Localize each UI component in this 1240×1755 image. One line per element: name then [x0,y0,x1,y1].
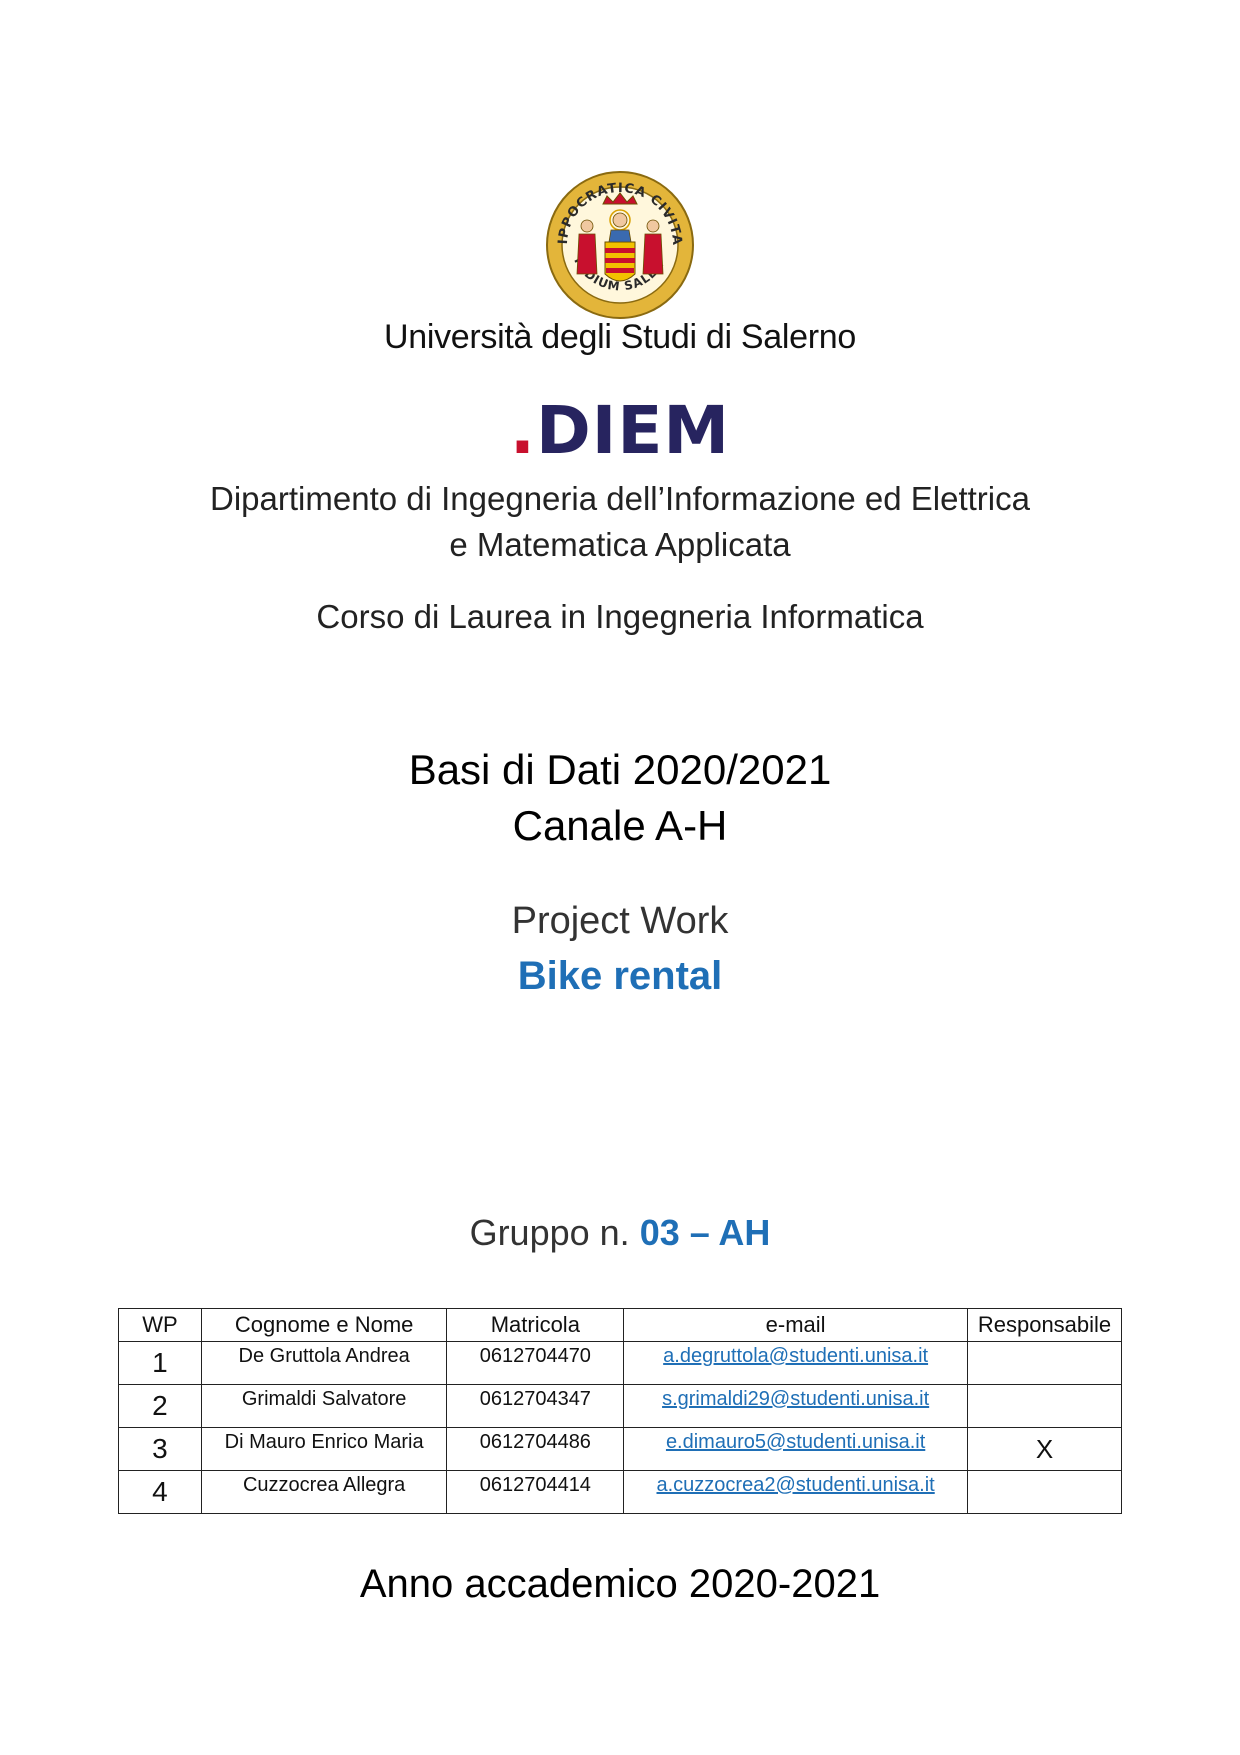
cell-responsabile: X [967,1427,1122,1471]
group-number: 03 – AH [639,1212,771,1253]
cell-responsabile [967,1470,1122,1514]
diem-logo: .DIEM [0,398,1240,464]
university-seal-logo: HIPPOCRATICA CIVITAS STUDIUM SALERNI [539,159,695,320]
cell-email: a.cuzzocrea2@studenti.unisa.it [623,1470,969,1514]
cell-responsabile [967,1341,1122,1385]
email-link[interactable]: s.grimaldi29@studenti.unisa.it [662,1388,929,1410]
group-line: Gruppo n. 03 – AH [0,1212,1240,1254]
department-name: Dipartimento di Ingegneria dell’Informaz… [0,476,1240,568]
cell-responsabile [967,1384,1122,1428]
table-header-row: WP Cognome e Nome Matricola e-mail Respo… [118,1308,1122,1342]
academic-year: Anno accademico 2020-2021 [359,1562,881,1606]
cell-wp: 1 [118,1341,202,1385]
header-email: e-mail [623,1308,969,1342]
cell-email: a.degruttola@studenti.unisa.it [623,1341,969,1385]
cell-matricola: 0612704486 [446,1427,625,1471]
university-name: Università degli Studi di Salerno [383,318,857,356]
members-table: WP Cognome e Nome Matricola e-mail Respo… [118,1308,1122,1514]
seal-icon: HIPPOCRATICA CIVITAS STUDIUM SALERNI [539,159,694,319]
email-link[interactable]: e.dimauro5@studenti.unisa.it [666,1431,925,1453]
header-responsabile: Responsabile [967,1308,1122,1342]
table-row: 4 Cuzzocrea Allegra 0612704414 a.cuzzocr… [118,1470,1122,1514]
header-wp: WP [118,1308,202,1342]
department-text: Dipartimento di Ingegneria dell’Informaz… [210,480,1030,563]
cell-matricola: 0612704347 [446,1384,625,1428]
cell-email: s.grimaldi29@studenti.unisa.it [623,1384,969,1428]
cell-matricola: 0612704414 [446,1470,625,1514]
cell-wp: 3 [118,1427,202,1471]
cell-name: Grimaldi Salvatore [200,1384,448,1428]
cell-name: Di Mauro Enrico Maria [200,1427,448,1471]
cell-name: Cuzzocrea Allegra [200,1470,448,1514]
header-matricola: Matricola [446,1308,625,1342]
subject-channel: Canale A-H [512,802,728,849]
cell-wp: 4 [118,1470,202,1514]
table-row: 1 De Gruttola Andrea 0612704470 a.degrut… [118,1341,1122,1385]
cell-name: De Gruttola Andrea [200,1341,448,1385]
table-row: 3 Di Mauro Enrico Maria 0612704486 e.dim… [118,1427,1122,1471]
email-link[interactable]: a.cuzzocrea2@studenti.unisa.it [657,1474,935,1496]
cell-email: e.dimauro5@studenti.unisa.it [623,1427,969,1471]
subject-title: Basi di Dati 2020/2021 [408,746,832,793]
diem-logo-dot: . [509,392,536,469]
table-row: 2 Grimaldi Salvatore 0612704347 s.grimal… [118,1384,1122,1428]
project-label: Project Work [511,900,729,942]
project-title: Bike rental [517,954,723,998]
cell-wp: 2 [118,1384,202,1428]
group-prefix: Gruppo n. [469,1212,630,1253]
diem-logo-text: DIEM [535,392,731,469]
email-link[interactable]: a.degruttola@studenti.unisa.it [663,1345,928,1367]
header-name: Cognome e Nome [200,1308,448,1342]
course-name: Corso di Laurea in Ingegneria Informatic… [316,598,924,635]
subject-block: Basi di Dati 2020/2021 Canale A-H [0,742,1240,854]
cell-matricola: 0612704470 [446,1341,625,1385]
